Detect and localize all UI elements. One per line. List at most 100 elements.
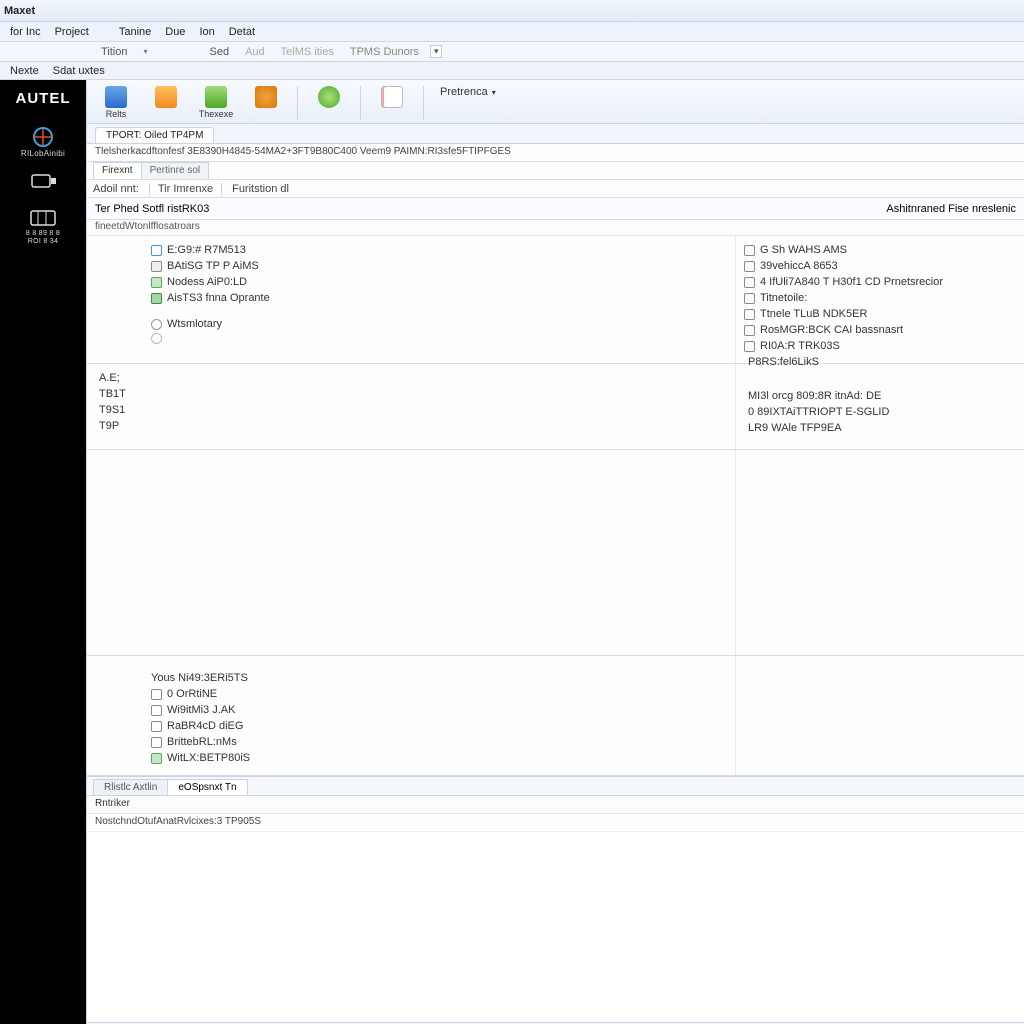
- list-item[interactable]: RaBR4cD diEG: [167, 719, 243, 733]
- item-icon: [151, 261, 162, 272]
- item-icon: [744, 341, 755, 352]
- sidebar-item[interactable]: RILobAinibi: [0, 125, 86, 160]
- globe-icon: [30, 127, 56, 147]
- info-item[interactable]: Tir Imrenxe: [149, 183, 222, 195]
- list-item[interactable]: 0 OrRtiNE: [167, 687, 217, 701]
- section-header: Ter Phed Sotfl ristRK03 Ashitnraned Fise…: [87, 198, 1024, 220]
- ribbon-dropdown-icon[interactable]: ▾: [430, 45, 443, 58]
- toolbar-button[interactable]: Thexexe: [195, 84, 237, 119]
- item-icon: [151, 277, 162, 288]
- list-item[interactable]: Wi9itMi3 J.AK: [167, 703, 235, 717]
- bottom-fill: [87, 832, 1024, 1022]
- sidebar: AUTEL RILobAinibi 8 8 89 8 8ROI 8 34: [0, 80, 86, 1024]
- list-item: TB1T: [95, 386, 727, 402]
- toolbar-label: Thexexe: [199, 109, 234, 119]
- list-item: T9P: [95, 418, 727, 434]
- preferences-label: Pretrenca: [440, 86, 488, 98]
- ribbon-item[interactable]: Aud: [240, 45, 270, 59]
- ribbon-dropdown-icon[interactable]: ▾: [139, 46, 153, 57]
- info-item[interactable]: Furitstion dl: [232, 183, 289, 195]
- ribbon-item[interactable]: Tition: [96, 45, 133, 59]
- list-item: T9S1: [95, 402, 727, 418]
- menubar: for Inc Project Tanine Due Ion Detat: [0, 22, 1024, 42]
- list-item: 0 89IXTAiTTRIOPT E-SGLID: [744, 404, 1016, 420]
- toolbar-button[interactable]: [314, 84, 344, 108]
- list-item[interactable]: Titnetoile:: [760, 291, 807, 305]
- menu-item[interactable]: Project: [49, 24, 95, 40]
- list-item: LR9 WAle TFP9EA: [744, 420, 1016, 436]
- list-item[interactable]: G Sh WAHS AMS: [760, 243, 847, 257]
- tabstrip: TPORT: Oiled TP4PM: [87, 124, 1024, 144]
- chevron-down-icon[interactable]: ▾: [492, 88, 496, 97]
- item-icon: [151, 689, 162, 700]
- list-item[interactable]: BrittebRL:nMs: [167, 735, 237, 749]
- item-icon: [151, 293, 162, 304]
- run-icon: [205, 86, 227, 108]
- refresh-icon: [318, 86, 340, 108]
- pane-left: A.E; TB1T T9S1 T9P: [87, 364, 735, 449]
- gear-icon: [255, 86, 277, 108]
- document-tab[interactable]: TPORT: Oiled TP4PM: [95, 127, 214, 143]
- list-item[interactable]: Ttnele TLuB NDK5ER: [760, 307, 867, 321]
- item-icon: [744, 325, 755, 336]
- toolbar-button[interactable]: Relts: [95, 84, 137, 119]
- bottom-row: NostchndOtufAnatRvlcixes:3 TP905S: [87, 814, 1024, 832]
- list-item[interactable]: BAtiSG TP P AiMS: [167, 259, 259, 273]
- home-icon: [105, 86, 127, 108]
- menu-item[interactable]: Due: [159, 24, 191, 40]
- list-item[interactable]: 4 IfUli7A840 T H30f1 CD Prnetsrecior: [760, 275, 943, 289]
- ribbon: Tition ▾ Sed Aud TelMS ities TPMS Dunors…: [0, 42, 1024, 62]
- sidebar-item[interactable]: [0, 170, 86, 196]
- item-icon: [151, 721, 162, 732]
- info-item[interactable]: Adoil nnt:: [93, 183, 139, 195]
- subtab[interactable]: Pertinre sol: [141, 162, 210, 179]
- list-item[interactable]: 39vehiccA 8653: [760, 259, 838, 273]
- item-icon: [151, 245, 162, 256]
- content: Relts Thexexe Pretrenca ▾: [86, 80, 1024, 1024]
- list-item[interactable]: RosMGR:BCK CAI bassnasrt: [760, 323, 903, 337]
- menu-item[interactable]: for Inc: [4, 24, 47, 40]
- section-subheader: fineetdWtonlfflosatroars: [87, 220, 1024, 236]
- bottom-tab[interactable]: eOSpsnxt Tn: [167, 779, 247, 795]
- list-item[interactable]: Yous Ni49:3ERi5TS: [151, 671, 248, 685]
- bottom-header: Rntriker: [87, 796, 1024, 814]
- item-icon: [744, 261, 755, 272]
- list-item[interactable]: WitLX:BETP80iS: [167, 751, 250, 765]
- breadcrumb: Tlelsherkacdftonfesf 3E8390H4845-54MA2+3…: [87, 144, 1024, 162]
- infobar: Adoil nnt: Tir Imrenxe Furitstion dl: [87, 180, 1024, 198]
- toolbar-button[interactable]: [151, 84, 181, 108]
- menu-item[interactable]: Ion: [193, 24, 220, 40]
- menu-item[interactable]: Detat: [223, 24, 261, 40]
- pane-right: MI3l orcg 809:8R itnAd: DE 0 89IXTAiTTRI…: [735, 364, 1024, 449]
- pane-left: E:G9:# R7M513 BAtiSG TP P AiMS Nodess Ai…: [87, 236, 735, 363]
- list-item[interactable]: RI0A:R TRK03S: [760, 339, 840, 353]
- toolbar-label: Relts: [106, 109, 127, 119]
- subtab[interactable]: Firexnt: [93, 162, 142, 179]
- menu-item[interactable]: Tanine: [113, 24, 157, 40]
- toolbar: Relts Thexexe Pretrenca ▾: [87, 80, 1024, 124]
- sidebar-item-label: 8 8 89 8 8ROI 8 34: [0, 230, 86, 246]
- toolbar-button[interactable]: [251, 84, 281, 108]
- list-item[interactable]: AisTS3 fnna Oprante: [167, 291, 270, 305]
- list-item[interactable]: Wtsmlotary: [167, 317, 222, 331]
- list-item[interactable]: E:G9:# R7M513: [167, 243, 246, 257]
- item-icon: [151, 705, 162, 716]
- pane-right: [735, 450, 1024, 655]
- item-icon: [744, 245, 755, 256]
- submenu-item[interactable]: Nexte: [4, 63, 45, 79]
- toolbar-button[interactable]: [377, 84, 407, 108]
- list-item[interactable]: Nodess AiP0:LD: [167, 275, 247, 289]
- sidebar-item[interactable]: 8 8 89 8 8ROI 8 34: [0, 206, 86, 248]
- device-icon: [30, 172, 56, 192]
- pane-right: G Sh WAHS AMS 39vehiccA 8653 4 IfUli7A84…: [735, 236, 1024, 363]
- list-item: A.E;: [95, 370, 727, 386]
- toolbar-preferences[interactable]: Pretrenca ▾: [440, 84, 496, 98]
- ribbon-item[interactable]: TelMS ities: [276, 45, 339, 59]
- ribbon-item[interactable]: Sed: [205, 45, 235, 59]
- body-area: E:G9:# R7M513 BAtiSG TP P AiMS Nodess Ai…: [87, 236, 1024, 1024]
- ribbon-item[interactable]: TPMS Dunors: [345, 45, 424, 59]
- submenu-item[interactable]: Sdat uxtes: [47, 63, 111, 79]
- bottom-tab[interactable]: Rlistlc Axtlin: [93, 779, 168, 795]
- item-icon: [744, 293, 755, 304]
- item-icon: [744, 277, 755, 288]
